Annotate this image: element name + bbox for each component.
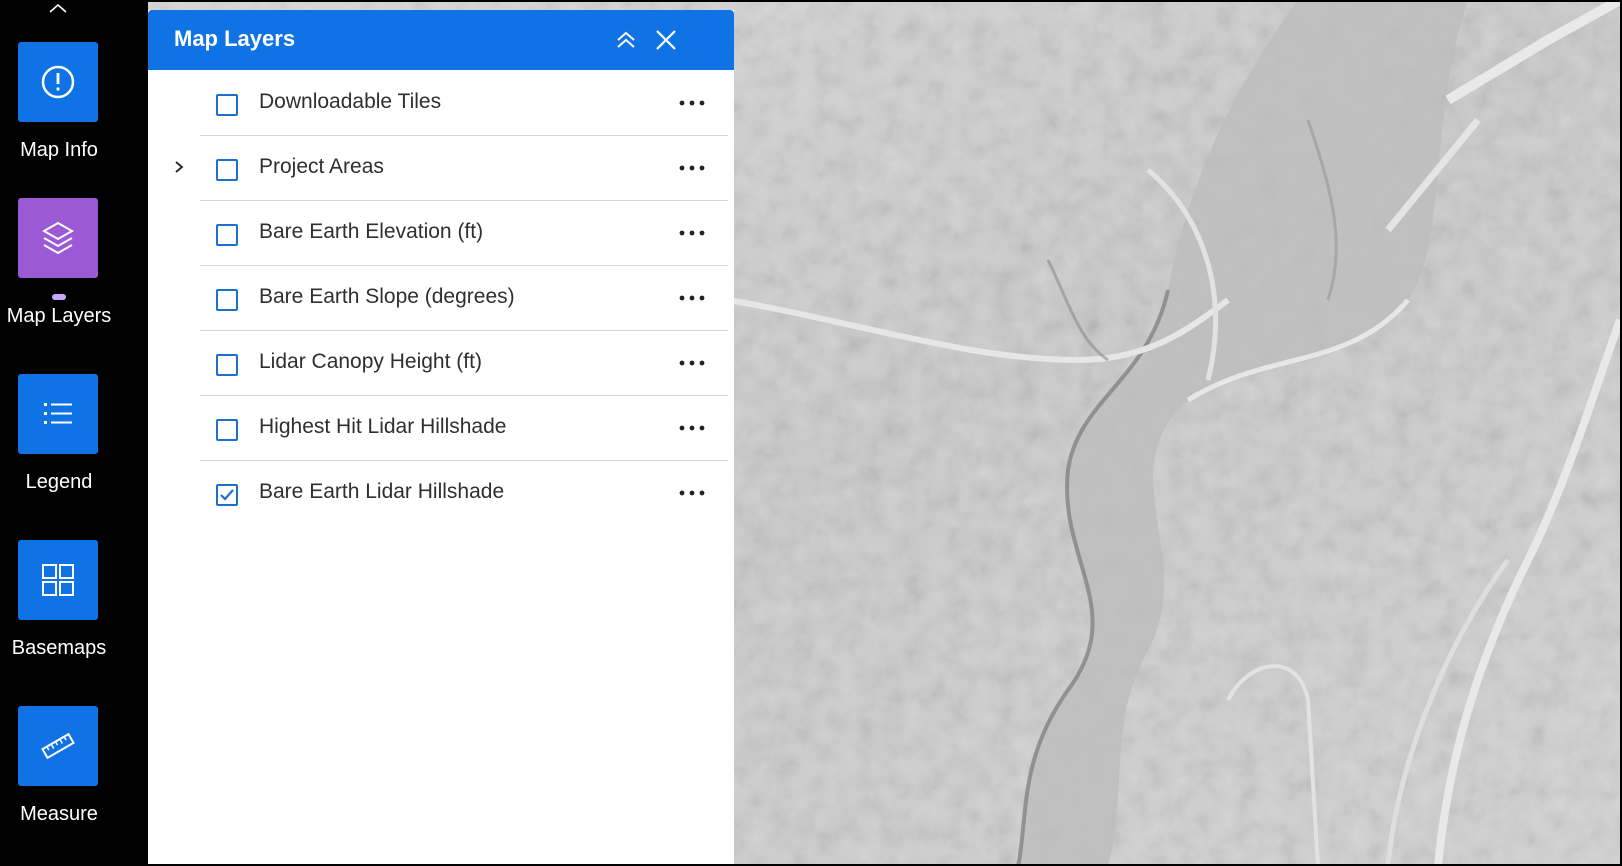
panel-title: Map Layers: [174, 26, 296, 51]
layer-label: Bare Earth Slope (degrees): [259, 285, 515, 308]
more-icon: [679, 295, 705, 301]
info-icon: [41, 65, 75, 99]
close-button[interactable]: [650, 24, 682, 56]
panel-header: Map Layers: [148, 10, 734, 70]
legend-label: Legend: [25, 471, 93, 493]
layer-row-downloadable-tiles[interactable]: Downloadable Tiles: [148, 70, 734, 136]
more-icon: [679, 360, 705, 366]
layer-options-button[interactable]: [676, 222, 708, 244]
measure-label: Measure: [20, 803, 98, 825]
layer-row-highest-hit-hillshade[interactable]: Highest Hit Lidar Hillshade: [148, 395, 734, 461]
ruler-icon: [41, 732, 75, 760]
layer-checkbox-checked[interactable]: [216, 484, 238, 506]
legend-button[interactable]: [18, 374, 98, 454]
layer-label: Project Areas: [259, 155, 384, 178]
basemaps-button[interactable]: [18, 540, 98, 620]
layer-label: Bare Earth Elevation (ft): [259, 220, 484, 243]
checkmark-icon: [220, 489, 234, 501]
map-info-button[interactable]: [18, 42, 98, 122]
layer-checkbox[interactable]: [216, 289, 238, 311]
layer-row-bare-earth-hillshade[interactable]: Bare Earth Lidar Hillshade: [148, 460, 734, 526]
chevron-double-up-icon: [617, 31, 635, 48]
layer-row-bare-earth-slope[interactable]: Bare Earth Slope (degrees): [148, 265, 734, 331]
layer-options-button[interactable]: [676, 482, 708, 504]
more-icon: [679, 230, 705, 236]
basemaps-label: Basemaps: [11, 637, 107, 659]
left-toolbar: Map Info Map Layers Legend Basemaps Meas…: [0, 0, 148, 866]
tool-map-info[interactable]: Map Info: [0, 42, 118, 172]
close-icon: [656, 30, 676, 50]
layer-label: Highest Hit Lidar Hillshade: [259, 415, 507, 438]
active-indicator: [52, 294, 66, 300]
more-icon: [679, 425, 705, 431]
layer-checkbox[interactable]: [216, 354, 238, 376]
layer-checkbox[interactable]: [216, 94, 238, 116]
layer-checkbox[interactable]: [216, 159, 238, 181]
layer-label: Bare Earth Lidar Hillshade: [259, 480, 505, 503]
layer-label: Lidar Canopy Height (ft): [259, 350, 482, 373]
map-layers-button[interactable]: [18, 198, 98, 278]
chevron-up-icon[interactable]: [46, 0, 70, 14]
tool-basemaps[interactable]: Basemaps: [0, 540, 118, 670]
tool-map-layers[interactable]: Map Layers: [0, 198, 118, 338]
tool-legend[interactable]: Legend: [0, 374, 118, 504]
layer-checkbox[interactable]: [216, 419, 238, 441]
grid-icon: [42, 564, 74, 596]
layer-options-button[interactable]: [676, 92, 708, 114]
layer-options-button[interactable]: [676, 352, 708, 374]
layer-label: Downloadable Tiles: [259, 90, 442, 113]
map-layers-panel: Map Layers Downloadable Tiles Project Ar…: [148, 10, 734, 866]
map-info-label: Map Info: [20, 139, 98, 161]
layer-checkbox[interactable]: [216, 224, 238, 246]
layer-row-bare-earth-elevation[interactable]: Bare Earth Elevation (ft): [148, 200, 734, 266]
layer-row-project-areas[interactable]: Project Areas: [148, 135, 734, 201]
more-icon: [679, 490, 705, 496]
tool-measure[interactable]: Measure: [0, 706, 118, 836]
measure-button[interactable]: [18, 706, 98, 786]
list-icon: [44, 403, 72, 424]
layer-options-button[interactable]: [676, 157, 708, 179]
collapse-button[interactable]: [610, 24, 642, 56]
expand-chevron-icon[interactable]: [172, 157, 186, 177]
layer-options-button[interactable]: [676, 287, 708, 309]
map-layers-label: Map Layers: [6, 305, 112, 327]
more-icon: [679, 165, 705, 171]
layer-options-button[interactable]: [676, 417, 708, 439]
more-icon: [679, 100, 705, 106]
layers-icon: [41, 221, 75, 255]
layer-row-lidar-canopy-height[interactable]: Lidar Canopy Height (ft): [148, 330, 734, 396]
